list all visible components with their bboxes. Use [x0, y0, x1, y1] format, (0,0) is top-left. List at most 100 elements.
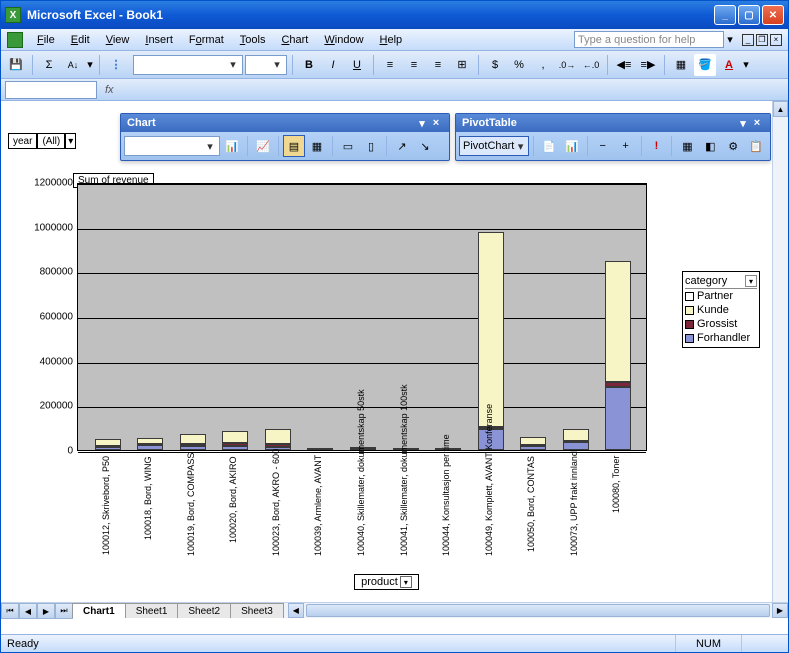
angle-cc-button[interactable]: ↗: [391, 135, 413, 157]
pivottable-toolbar[interactable]: PivotTable ▾ × PivotChart▾ 📄 📊 − + ! ▦ ◧…: [455, 113, 771, 161]
bar-segment-forhandler[interactable]: [180, 446, 206, 450]
menu-file[interactable]: File: [29, 34, 63, 46]
bar-segment-forhandler[interactable]: [222, 446, 248, 450]
data-table-button[interactable]: ▦: [306, 135, 328, 157]
legend-button[interactable]: ▤: [283, 135, 305, 157]
align-left-button[interactable]: ≡: [379, 54, 401, 76]
decrease-indent-button[interactable]: ◀≡: [613, 54, 635, 76]
mdi-restore-button[interactable]: ❐: [756, 34, 768, 46]
legend-item[interactable]: Forhandler: [685, 331, 757, 345]
legend-item[interactable]: Grossist: [685, 317, 757, 331]
field-settings-button[interactable]: ⚙: [722, 135, 744, 157]
increase-decimal-button[interactable]: .0→: [556, 54, 578, 76]
sheet-tab-sheet1[interactable]: Sheet1: [125, 603, 179, 618]
include-hidden-button[interactable]: ▦: [676, 135, 698, 157]
always-display-button[interactable]: ◧: [699, 135, 721, 157]
fill-color-button[interactable]: 🪣: [694, 54, 716, 76]
legend[interactable]: category ▾ PartnerKundeGrossistForhandle…: [682, 271, 760, 348]
bar-segment-grossist[interactable]: [605, 382, 631, 388]
pivotchart-menu-button[interactable]: PivotChart▾: [459, 136, 529, 156]
menu-help[interactable]: Help: [372, 34, 411, 46]
pivottable-toolbar-options-icon[interactable]: ▾: [736, 117, 750, 130]
save-button[interactable]: 💾: [5, 54, 27, 76]
bar-segment-kunde[interactable]: [307, 448, 333, 450]
menu-format[interactable]: Format: [181, 34, 232, 46]
mdi-minimize-button[interactable]: _: [742, 34, 754, 46]
italic-button[interactable]: I: [322, 54, 344, 76]
chart-wizard-button[interactable]: 📊: [561, 135, 583, 157]
comma-button[interactable]: ,: [532, 54, 554, 76]
merge-center-button[interactable]: ⊞: [451, 54, 473, 76]
year-filter[interactable]: year (All) ▾: [8, 133, 76, 149]
percent-button[interactable]: %: [508, 54, 530, 76]
bar-segment-grossist[interactable]: [265, 444, 291, 446]
show-detail-button[interactable]: +: [615, 135, 637, 157]
bar-segment-kunde[interactable]: [478, 232, 504, 426]
align-center-button[interactable]: ≡: [403, 54, 425, 76]
chart-objects-dropdown[interactable]: ▾: [124, 136, 220, 156]
tab-nav-prev-icon[interactable]: ◀: [19, 603, 37, 619]
scroll-right-icon[interactable]: ▶: [772, 603, 788, 618]
year-filter-dropdown-icon[interactable]: ▾: [65, 133, 76, 149]
bar-segment-grossist[interactable]: [180, 444, 206, 446]
bar-segment-kunde[interactable]: [180, 434, 206, 444]
bar-segment-kunde[interactable]: [265, 429, 291, 445]
font-color-button[interactable]: A: [718, 54, 740, 76]
close-button[interactable]: ✕: [762, 5, 784, 25]
scroll-thumb[interactable]: [306, 604, 770, 617]
format-report-button[interactable]: 📄: [538, 135, 560, 157]
pivot-chart[interactable]: Sum of revenue 0200000400000600000800000…: [13, 171, 760, 590]
legend-item[interactable]: Partner: [685, 289, 757, 303]
currency-button[interactable]: $: [484, 54, 506, 76]
document-icon[interactable]: [7, 32, 23, 48]
minimize-button[interactable]: _: [714, 5, 736, 25]
maximize-button[interactable]: ▢: [738, 5, 760, 25]
by-row-button[interactable]: ▭: [337, 135, 359, 157]
mdi-close-button[interactable]: ×: [770, 34, 782, 46]
tab-nav-first-icon[interactable]: ⏮: [1, 603, 19, 619]
bar-segment-kunde[interactable]: [563, 429, 589, 441]
format-selection-button[interactable]: 📊: [221, 135, 243, 157]
font-size-dropdown[interactable]: ▾: [245, 55, 287, 75]
bar-segment-grossist[interactable]: [222, 443, 248, 446]
sort-asc-button[interactable]: A↓: [62, 54, 84, 76]
bar-segment-kunde[interactable]: [95, 439, 121, 446]
bar-segment-forhandler[interactable]: [605, 387, 631, 450]
scroll-up-icon[interactable]: ▲: [773, 101, 788, 117]
by-column-button[interactable]: ▯: [360, 135, 382, 157]
help-dropdown-icon[interactable]: ▾: [724, 33, 736, 46]
bar-segment-kunde[interactable]: [605, 261, 631, 382]
name-box[interactable]: [5, 81, 97, 99]
x-axis-dropdown-icon[interactable]: ▾: [400, 576, 412, 588]
sheet-tab-chart1[interactable]: Chart1: [72, 603, 126, 618]
toolbar-overflow-icon[interactable]: ▾: [86, 58, 94, 71]
refresh-data-button[interactable]: !: [646, 135, 668, 157]
menu-window[interactable]: Window: [316, 34, 371, 46]
bold-button[interactable]: B: [298, 54, 320, 76]
sheet-tab-sheet2[interactable]: Sheet2: [177, 603, 231, 618]
menu-view[interactable]: View: [98, 34, 138, 46]
bar-segment-forhandler[interactable]: [95, 447, 121, 450]
font-name-dropdown[interactable]: ▾: [133, 55, 243, 75]
pivottable-toolbar-title[interactable]: PivotTable ▾ ×: [456, 114, 770, 132]
decrease-decimal-button[interactable]: ←.0: [580, 54, 602, 76]
bar-segment-kunde[interactable]: [222, 431, 248, 443]
autosum-button[interactable]: Σ: [38, 54, 60, 76]
bar-segment-kunde[interactable]: [137, 438, 163, 444]
chart-toolbar[interactable]: Chart ▾ × ▾ 📊 📈 ▤ ▦ ▭ ▯ ↗ ↘: [120, 113, 450, 161]
horizontal-scrollbar[interactable]: ◀ ▶: [288, 603, 788, 618]
chart-toolbar-close-icon[interactable]: ×: [429, 117, 443, 129]
toolbar-options-button[interactable]: ⋮: [105, 54, 127, 76]
formula-input[interactable]: [120, 81, 784, 99]
help-search-box[interactable]: Type a question for help: [574, 31, 724, 48]
underline-button[interactable]: U: [346, 54, 368, 76]
menu-insert[interactable]: Insert: [137, 34, 181, 46]
tab-nav-last-icon[interactable]: ⏭: [55, 603, 73, 619]
sheet-tab-sheet3[interactable]: Sheet3: [230, 603, 284, 618]
chart-toolbar-title[interactable]: Chart ▾ ×: [121, 114, 449, 132]
menu-tools[interactable]: Tools: [232, 34, 274, 46]
formatting-overflow-icon[interactable]: ▾: [742, 58, 750, 71]
vertical-scrollbar[interactable]: ▲ ▼: [772, 101, 788, 618]
align-right-button[interactable]: ≡: [427, 54, 449, 76]
pivottable-toolbar-close-icon[interactable]: ×: [750, 117, 764, 129]
